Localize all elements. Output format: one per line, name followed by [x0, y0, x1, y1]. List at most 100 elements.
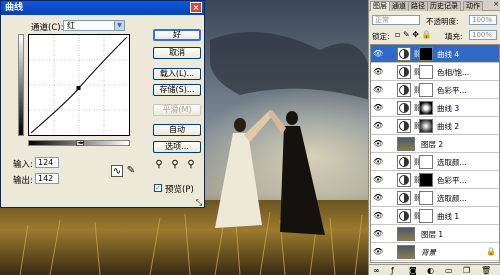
pencil-icon[interactable]: ✎	[125, 165, 137, 177]
opacity-field[interactable]: 100%	[469, 15, 497, 25]
layer-style-icon[interactable]: ƒ	[391, 266, 394, 275]
layer-name: 选取颜...	[437, 194, 467, 203]
layer-row[interactable]: 👁 ⛓ 色彩平...	[371, 81, 499, 99]
preview-checkbox[interactable]: ✓	[154, 184, 162, 192]
adjustment-thumbnail[interactable]	[397, 155, 411, 169]
layer-name: 曲线 3	[437, 104, 460, 113]
close-icon[interactable]: ×	[190, 2, 202, 13]
eye-icon[interactable]: 👁	[373, 67, 383, 76]
layer-row[interactable]: 👁 ⛓ 曲线 1	[371, 207, 499, 225]
mask-thumbnail[interactable]	[419, 119, 433, 133]
input-gradient-bar: ◄►	[28, 140, 130, 146]
fill-label: 填充:	[445, 32, 463, 41]
trash-icon[interactable]: 🗑	[481, 266, 491, 275]
eye-icon[interactable]: 👁	[373, 229, 383, 238]
preview-label: 预览(P)	[165, 185, 194, 195]
blend-mode-select[interactable]: 正常	[372, 15, 420, 25]
chevron-down-icon: ▼	[114, 21, 124, 30]
adjustment-thumbnail[interactable]	[397, 209, 411, 223]
eye-icon[interactable]: 👁	[373, 49, 383, 58]
eye-icon[interactable]: 👁	[373, 121, 383, 130]
lock-icons[interactable]: ▫ ✎ ✥ 🔒	[395, 30, 431, 39]
curves-title-bar[interactable]: 曲线 ×	[1, 1, 204, 15]
tab-history[interactable]: 历史记录	[427, 1, 461, 11]
tab-layers[interactable]: 图层	[370, 1, 390, 11]
save-button[interactable]: 存储(S)...	[153, 84, 201, 96]
adjustment-thumbnail[interactable]	[397, 101, 411, 115]
curve-tool-icon[interactable]: ∿	[111, 165, 123, 177]
new-layer-icon[interactable]: ❐	[463, 266, 470, 275]
adjustment-thumbnail[interactable]	[397, 119, 411, 133]
smooth-button[interactable]: 平滑(M)	[153, 104, 201, 116]
lock-label: 锁定:	[372, 32, 390, 41]
white-eyedropper-icon[interactable]: ⚲	[185, 159, 197, 171]
curves-dialog: 曲线 × 通道(C): 红 ▼ ◄► 好 取消 载入(L)... 存储(S)..…	[0, 0, 205, 208]
mask-thumbnail[interactable]	[419, 209, 433, 223]
tab-actions[interactable]: 动作	[463, 1, 483, 11]
mask-icon[interactable]: ◙	[409, 266, 417, 275]
adjustment-thumbnail[interactable]	[397, 83, 411, 97]
link-icon[interactable]: ∞	[373, 266, 380, 275]
folder-icon[interactable]: ▭	[445, 266, 453, 275]
layer-row[interactable]: 👁 图层 1	[371, 225, 499, 243]
black-eyedropper-icon[interactable]: ⚲	[153, 159, 165, 171]
layer-thumbnail[interactable]	[397, 227, 415, 241]
eye-icon[interactable]: 👁	[373, 211, 383, 220]
tab-channels[interactable]: 通道	[389, 1, 409, 11]
eye-icon[interactable]: 👁	[373, 193, 383, 202]
close-icon[interactable]: ×	[492, 1, 500, 9]
input-label: 输入:	[13, 160, 33, 170]
layer-thumbnail[interactable]	[397, 137, 415, 151]
eye-icon[interactable]: 👁	[373, 85, 383, 94]
output-field[interactable]: 142	[35, 173, 59, 184]
layer-name: 图层 2	[421, 140, 444, 149]
layer-name: 曲线 1	[437, 212, 460, 221]
fill-field[interactable]: 100%	[469, 30, 497, 40]
layer-row[interactable]: 👁 图层 2	[371, 135, 499, 153]
layer-name: 色相/饱...	[437, 68, 470, 77]
cancel-button[interactable]: 取消	[153, 47, 201, 59]
layer-row[interactable]: 👁 ⛓ 曲线 2	[371, 117, 499, 135]
layer-row[interactable]: 👁 ⛓ 曲线 4	[371, 45, 499, 63]
layer-row[interactable]: 👁 ⛓ 选取颜...	[371, 153, 499, 171]
ok-button[interactable]: 好	[153, 29, 201, 41]
layer-row[interactable]: 👁 ⛓ 选取颜...	[371, 189, 499, 207]
auto-button[interactable]: 自动	[153, 124, 201, 136]
mask-thumbnail[interactable]	[419, 191, 433, 205]
opacity-label: 不透明度:	[426, 17, 459, 26]
load-button[interactable]: 载入(L)...	[153, 68, 201, 80]
layer-row[interactable]: 👁 ⛓ 色相/饱...	[371, 63, 499, 81]
input-field[interactable]: 124	[35, 157, 59, 168]
eye-icon[interactable]: 👁	[373, 139, 383, 148]
eye-icon[interactable]: 👁	[373, 175, 383, 184]
options-button[interactable]: 选项...	[153, 141, 201, 153]
adjustment-thumbnail[interactable]	[397, 191, 411, 205]
mask-thumbnail[interactable]	[419, 47, 433, 61]
adjustment-icon[interactable]: ◐	[427, 266, 434, 275]
layer-row[interactable]: 👁 ⛓ 色彩平...	[371, 171, 499, 189]
channel-select[interactable]: 红 ▼	[63, 20, 125, 31]
expand-icon[interactable]: ⤡	[193, 197, 205, 209]
eye-icon[interactable]: 👁	[373, 157, 383, 166]
mask-thumbnail[interactable]	[419, 65, 433, 79]
gray-eyedropper-icon[interactable]: ⚲	[169, 159, 181, 171]
adjustment-thumbnail[interactable]	[397, 173, 411, 187]
panel-tabs: 图层 通道 路径 历史记录 动作 ×	[369, 0, 500, 11]
adjustment-thumbnail[interactable]	[397, 47, 411, 61]
layer-row[interactable]: 👁 ⛓ 曲线 3	[371, 99, 499, 117]
layer-row[interactable]: 👁 🔒 背景	[371, 243, 499, 261]
layer-thumbnail[interactable]	[397, 245, 415, 259]
curve-control-point[interactable]	[76, 86, 81, 90]
tab-paths[interactable]: 路径	[408, 1, 428, 11]
channel-value: 红	[67, 21, 75, 30]
eye-icon[interactable]: 👁	[373, 103, 383, 112]
mask-thumbnail[interactable]	[419, 155, 433, 169]
gradient-toggle-icon[interactable]: ◄►	[76, 140, 85, 146]
eye-icon[interactable]: 👁	[373, 247, 383, 256]
curve-graph[interactable]	[28, 34, 130, 136]
layer-list: 👁 ⛓ 曲线 4 👁 ⛓ 色相/饱... 👁 ⛓ 色彩平... 👁 ⛓ 曲线 3 👁 ⛓ 曲线 2 👁 图层 2…	[370, 44, 500, 263]
adjustment-thumbnail[interactable]	[397, 65, 411, 79]
mask-thumbnail[interactable]	[419, 83, 433, 97]
mask-thumbnail[interactable]	[419, 101, 433, 115]
mask-thumbnail[interactable]	[419, 173, 433, 187]
